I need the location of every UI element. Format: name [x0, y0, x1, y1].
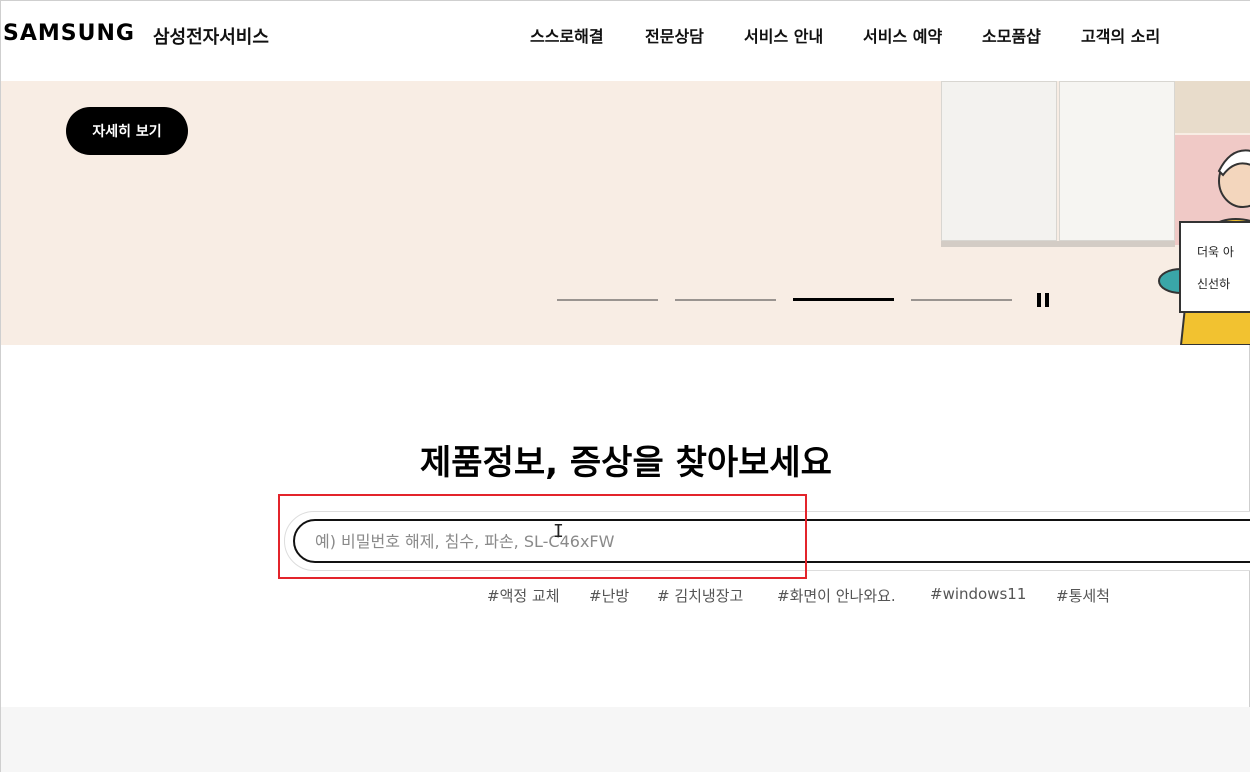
nav-item-self-solve[interactable]: 스스로해결	[530, 23, 604, 47]
hero-banner: 자세히 보기 더욱 아 신선하	[1, 81, 1250, 345]
carousel-indicator-2[interactable]	[675, 299, 776, 301]
pause-icon[interactable]	[1037, 293, 1051, 307]
carousel-indicator-3[interactable]	[793, 298, 894, 301]
nav-item-service-reservation[interactable]: 서비스 예약	[863, 23, 942, 47]
nav-item-expert-consult[interactable]: 전문상담	[645, 23, 704, 47]
search-title: 제품정보, 증상을 찾아보세요	[420, 443, 832, 483]
search-tag-drum-clean[interactable]: #통세척	[1056, 585, 1110, 606]
search-tag-no-screen[interactable]: #화면이 안나와요.	[777, 585, 896, 606]
fridge-door-left	[941, 81, 1057, 241]
detail-view-button[interactable]: 자세히 보기	[66, 107, 188, 155]
carousel-indicator-4[interactable]	[911, 299, 1012, 301]
carousel-indicator-1[interactable]	[557, 299, 658, 301]
nav-item-customer-voice[interactable]: 고객의 소리	[1081, 23, 1160, 47]
kitchen-cabinet	[1175, 81, 1250, 133]
refrigerator-illustration	[941, 81, 1176, 249]
search-input[interactable]	[293, 519, 1250, 563]
search-tag-lcd-replace[interactable]: #액정 교체	[487, 585, 560, 606]
sign-text-line1: 더욱 아	[1197, 245, 1234, 259]
fridge-base	[941, 241, 1175, 247]
carousel-indicators	[1, 298, 1250, 305]
search-tag-kimchi-fridge[interactable]: # 김치냉장고	[657, 585, 743, 606]
search-tag-list: #액정 교체 #난방 # 김치냉장고 #화면이 안나와요. #windows11…	[1, 585, 1250, 609]
text-cursor-icon: I	[553, 521, 564, 542]
sign-text-line2: 신선하	[1197, 277, 1231, 291]
search-tag-windows11[interactable]: #windows11	[930, 585, 1026, 603]
footer-band	[1, 707, 1250, 772]
site-header: SAMSUNG 삼성전자서비스 스스로해결 전문상담 서비스 안내 서비스 예약…	[1, 1, 1250, 81]
nav-item-consumables-shop[interactable]: 소모품샵	[982, 23, 1041, 47]
search-tag-heating[interactable]: #난방	[589, 585, 629, 606]
main-nav: 스스로해결 전문상담 서비스 안내 서비스 예약 소모품샵 고객의 소리	[1, 23, 1250, 47]
nav-item-service-guide[interactable]: 서비스 안내	[744, 23, 823, 47]
